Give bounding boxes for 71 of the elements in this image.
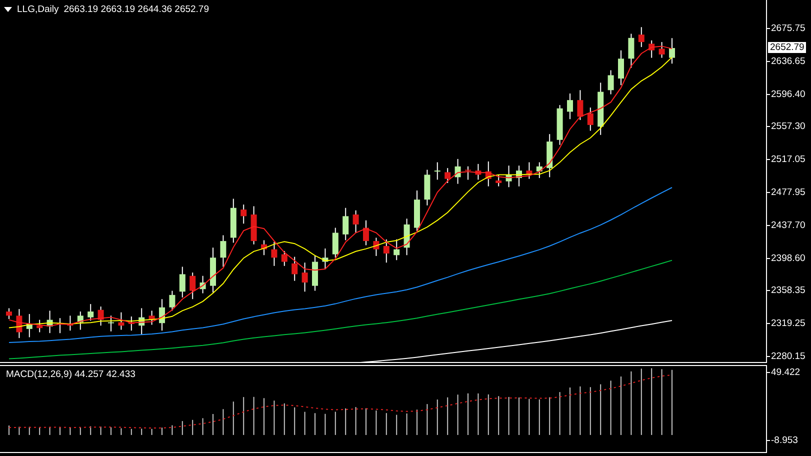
candle (292, 256, 298, 282)
candle (465, 166, 471, 180)
candle (577, 90, 584, 120)
candle (414, 190, 420, 232)
candle (496, 174, 502, 187)
candle (363, 220, 369, 246)
candle (404, 218, 410, 256)
candle (108, 315, 114, 332)
candle (77, 311, 84, 330)
candle (608, 70, 614, 95)
candle (373, 237, 380, 256)
candle (618, 50, 624, 86)
candle (536, 162, 542, 179)
candle (312, 255, 318, 292)
candle (169, 290, 176, 312)
candle (281, 250, 288, 266)
candle (394, 238, 400, 261)
candle (230, 198, 236, 244)
candle (546, 134, 553, 178)
candle (506, 165, 512, 188)
candle (36, 319, 43, 333)
candle (485, 160, 492, 187)
candle (190, 272, 196, 300)
candle (342, 207, 349, 241)
candle (302, 262, 308, 292)
candle (240, 204, 247, 224)
candle (159, 298, 165, 332)
candle (16, 308, 22, 339)
candle (6, 308, 12, 320)
candle (57, 318, 63, 334)
candle (138, 308, 145, 336)
candle (148, 310, 155, 326)
candle (648, 40, 655, 58)
candle (179, 266, 186, 298)
candle (98, 306, 104, 326)
candle (628, 33, 634, 68)
candle (434, 162, 440, 180)
candle (424, 169, 430, 206)
candle (67, 315, 74, 332)
candle (669, 38, 675, 64)
candle (587, 107, 594, 132)
candle (210, 247, 216, 293)
candle (475, 163, 482, 180)
candle (556, 104, 563, 146)
candle (250, 206, 257, 245)
candle (128, 316, 134, 332)
candle (200, 275, 206, 294)
candle (383, 238, 390, 264)
ohlc-values: 2663.19 2663.19 2644.36 2652.79 (64, 4, 209, 15)
candle (526, 162, 532, 180)
candle (638, 26, 644, 48)
candle (88, 304, 94, 322)
candle (352, 210, 359, 234)
candle (598, 82, 604, 136)
candle (567, 92, 573, 120)
candle (26, 314, 32, 338)
dropdown-triangle-icon[interactable] (4, 7, 12, 12)
macd-label: MACD(12,26,9) 44.257 42.433 (6, 369, 136, 380)
candle (454, 158, 461, 184)
candle (261, 240, 267, 256)
candle (46, 310, 53, 334)
candle (118, 312, 124, 330)
candle (271, 241, 278, 266)
candle (444, 168, 451, 184)
candle (516, 165, 522, 187)
candle (658, 42, 665, 58)
candle (220, 234, 226, 268)
candle (322, 248, 328, 270)
current-price-label: 2652.79 (768, 42, 806, 54)
symbol-label: LLG,Daily (17, 4, 59, 15)
candle (332, 227, 338, 258)
